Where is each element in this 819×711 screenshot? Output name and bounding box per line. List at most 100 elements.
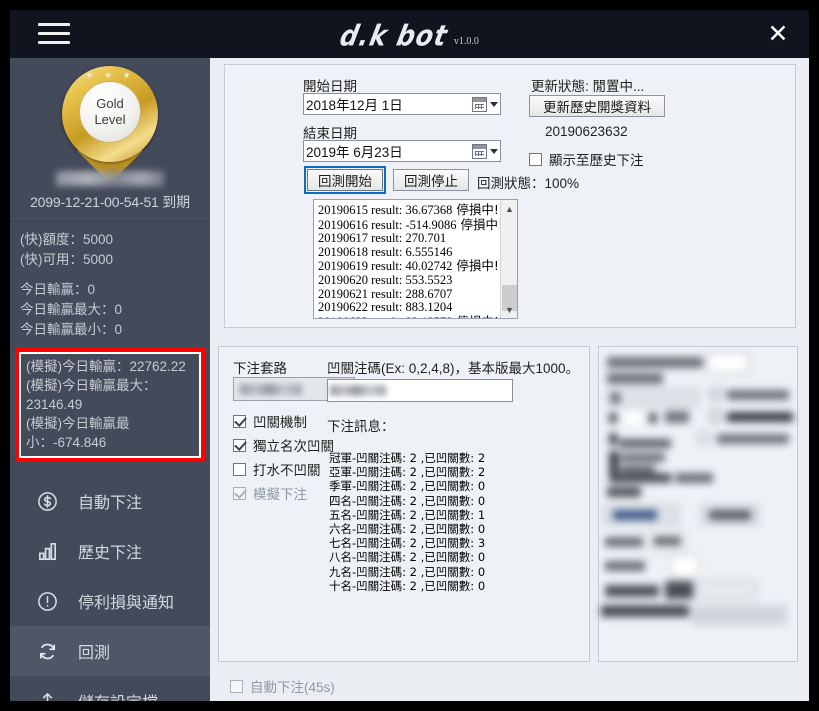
calendar-icon: [472, 143, 487, 159]
checkbox-box: [529, 152, 542, 166]
sidebar-item-profit-stop-notify[interactable]: 停利損與通知: [10, 576, 210, 626]
simulation-stats-highlight: (模擬)今日輸贏：22762.22 (模擬)今日輸贏最大：23146.49 (模…: [15, 348, 205, 462]
hamburger-icon[interactable]: [38, 23, 70, 45]
backtest-result-line: 20190620 result: 553.5523: [318, 272, 453, 287]
show-in-history-checkbox[interactable]: 顯示至歷史下注: [529, 149, 644, 169]
strategy-label: 下注套路: [233, 361, 287, 376]
alert-circle-icon: [32, 588, 62, 614]
sidebar-item-save-profile[interactable]: 儲存設定檔: [10, 676, 210, 701]
checkbox-box: [233, 414, 246, 428]
checkbox-independent-rank-aoguan[interactable]: 獨立名次凹關: [233, 435, 334, 455]
end-date-label: 結束日期: [303, 126, 357, 141]
auto-bet-label: 自動下注(45s): [250, 680, 335, 695]
backtest-result-line: 20190621 result: 288.6707: [318, 286, 453, 301]
update-history-button[interactable]: 更新歷史開獎資料: [529, 95, 665, 117]
update-status-text: 更新狀態: 閒置中...: [531, 79, 645, 94]
backtest-result-line: 20190618 result: 6.555146: [318, 244, 453, 259]
sim-today-pnl-max: (模擬)今日輸贏最大：23146.49: [26, 378, 157, 412]
checkbox-box: [233, 486, 246, 500]
masked-content: [599, 347, 797, 661]
draw-number-text: 20190623632: [545, 124, 628, 139]
app-version: v1.0.0: [453, 36, 479, 47]
bet-info-row: 季軍-凹關注碼: 2 ,已凹關數: 0: [329, 479, 486, 494]
bet-info-row: 六名-凹關注碼: 2 ,已凹關數: 0: [329, 522, 486, 537]
backtest-results-list[interactable]: 20190615 result: 36.67368 停損中! 20190616 r…: [313, 199, 518, 319]
start-date-picker-button[interactable]: [472, 96, 498, 112]
calendar-icon: [472, 96, 487, 112]
checkbox-label: 打水不凹關: [253, 463, 321, 478]
checkbox-box: [233, 462, 246, 476]
bet-info-row: 亞軍-凹關注碼: 2 ,已凹關數: 2: [329, 465, 486, 480]
start-date-value: 2018年12月 1日: [306, 98, 403, 113]
auto-bet-checkbox[interactable]: 自動下注(45s): [230, 676, 335, 696]
quota-available: (快)可用：5000: [20, 252, 114, 267]
badge-label: Gold Level: [79, 81, 141, 143]
bet-settings-panel: 下注套路 凹關機制 獨立名次凹關 打水不凹關 模擬下注 凹關注碼(Ex: 0,2…: [218, 346, 590, 662]
checkbox-aoguan-mechanism[interactable]: 凹關機制: [233, 411, 307, 431]
title-bar: d.k bot v1.0.0 ✕: [10, 10, 809, 58]
start-date-input[interactable]: 2018年12月 1日: [303, 93, 501, 115]
stop-backtest-button[interactable]: 回測停止: [393, 169, 469, 191]
checkbox-label: 凹關機制: [253, 415, 307, 430]
scroll-down-icon[interactable]: ▼: [501, 301, 517, 318]
app-logo-text: d.k bot: [336, 18, 451, 53]
backtest-result-line: 20190617 result: 270.701: [318, 231, 447, 246]
app-logo: d.k bot v1.0.0: [336, 18, 479, 53]
checkbox-simulated-bet[interactable]: 模擬下注: [233, 483, 307, 503]
backtest-result-line: 20190623 result: 82.18578 停損中!: [318, 314, 513, 318]
backtest-results-lines: 20190615 result: 36.67368 停損中! 20190616 r…: [314, 200, 517, 318]
end-date-input[interactable]: 2019年 6月23日: [303, 140, 501, 162]
membership-badge: ★ ★ ★ ★ ★ Gold Level: [10, 64, 210, 184]
account-expiry: 2099-12-21-00-54-51 到期: [30, 194, 190, 210]
today-pnl-min: 今日輸贏最小：0: [20, 322, 123, 337]
bet-info-label: 下注訊息：: [327, 419, 395, 434]
checkbox-label: 獨立名次凹關: [253, 439, 334, 454]
end-date-picker-button[interactable]: [472, 143, 498, 159]
stake-input[interactable]: [327, 379, 513, 402]
sim-today-pnl: (模擬)今日輸贏：22762.22: [26, 359, 186, 374]
start-backtest-button[interactable]: 回測開始: [304, 166, 386, 194]
strategy-value-masked: [240, 383, 302, 395]
sidebar-menu: 自動下注 歷史下注 停利損與通知 回測: [10, 476, 210, 701]
backtest-result-line: 20190615 result: 36.67368 停損中!: [318, 202, 499, 217]
results-scrollbar[interactable]: ▲ ▼: [500, 200, 517, 318]
today-pnl-max: 今日輸贏最大：0: [20, 302, 123, 317]
sidebar-item-backtest[interactable]: 回測: [10, 626, 210, 676]
bet-info-row: 九名-凹關注碼: 2 ,已凹關數: 0: [329, 564, 486, 579]
masked-settings-panel: [598, 346, 798, 662]
backtest-result-line: 20190622 result: 883.1204: [318, 300, 453, 315]
stake-label: 凹關注碼(Ex: 0,2,4,8)，基本版最大1000。: [327, 361, 580, 376]
sim-today-pnl-min: (模擬)今日輸贏最小：-674.846: [26, 416, 130, 450]
app-window: d.k bot v1.0.0 ✕ ★ ★ ★ ★ ★ Gold Level 20…: [0, 0, 819, 711]
refresh-cycle-icon: [32, 638, 62, 664]
end-date-value: 2019年 6月23日: [306, 145, 403, 160]
bet-info-row: 七名-凹關注碼: 2 ,已凹關數: 3: [329, 536, 486, 551]
checkbox-no-aoguan-on-hedge[interactable]: 打水不凹關: [233, 459, 321, 479]
stake-value-masked: [330, 385, 386, 396]
start-date-label: 開始日期: [303, 79, 357, 94]
today-pnl: 今日輸贏：0: [20, 282, 96, 297]
close-icon[interactable]: ✕: [765, 21, 791, 48]
sidebar-item-label: 儲存設定檔: [78, 689, 158, 701]
bet-info-row: 四名-凹關注碼: 2 ,已凹關數: 0: [329, 493, 486, 508]
sidebar-item-auto-bet[interactable]: 自動下注: [10, 476, 210, 526]
bet-info-row: 五名-凹關注碼: 2 ,已凹關數: 1: [329, 507, 486, 522]
backtest-status-text: 回測狀態：100%: [477, 176, 580, 191]
badge-tier-suffix: Level: [94, 112, 126, 127]
chevron-down-icon: [490, 148, 498, 154]
sidebar-item-bet-history[interactable]: 歷史下注: [10, 526, 210, 576]
sidebar-item-label: 自動下注: [78, 495, 143, 512]
bar-chart-icon: [32, 538, 62, 564]
bet-info-row: 冠軍-凹關注碼: 2 ,已凹關數: 2: [329, 451, 486, 465]
chevron-down-icon: [490, 101, 498, 107]
main-content: 開始日期 2018年12月 1日 結束日期 2019年 6月23日 回測開始 回…: [210, 58, 809, 701]
scroll-up-icon[interactable]: ▲: [501, 200, 517, 217]
quota-total: (快)額度：5000: [20, 232, 114, 247]
dollar-circle-icon: [32, 488, 62, 514]
bet-info-row: 八名-凹關注碼: 2 ,已凹關數: 0: [329, 550, 486, 565]
show-in-history-label: 顯示至歷史下注: [549, 153, 644, 168]
bet-info-row: 十名-凹關注碼: 2 ,已凹關數: 0: [329, 578, 486, 593]
checkbox-box: [230, 679, 243, 693]
sidebar: ★ ★ ★ ★ ★ Gold Level 2099-12-21-00-54-51…: [10, 58, 210, 701]
checkbox-box: [233, 438, 246, 452]
